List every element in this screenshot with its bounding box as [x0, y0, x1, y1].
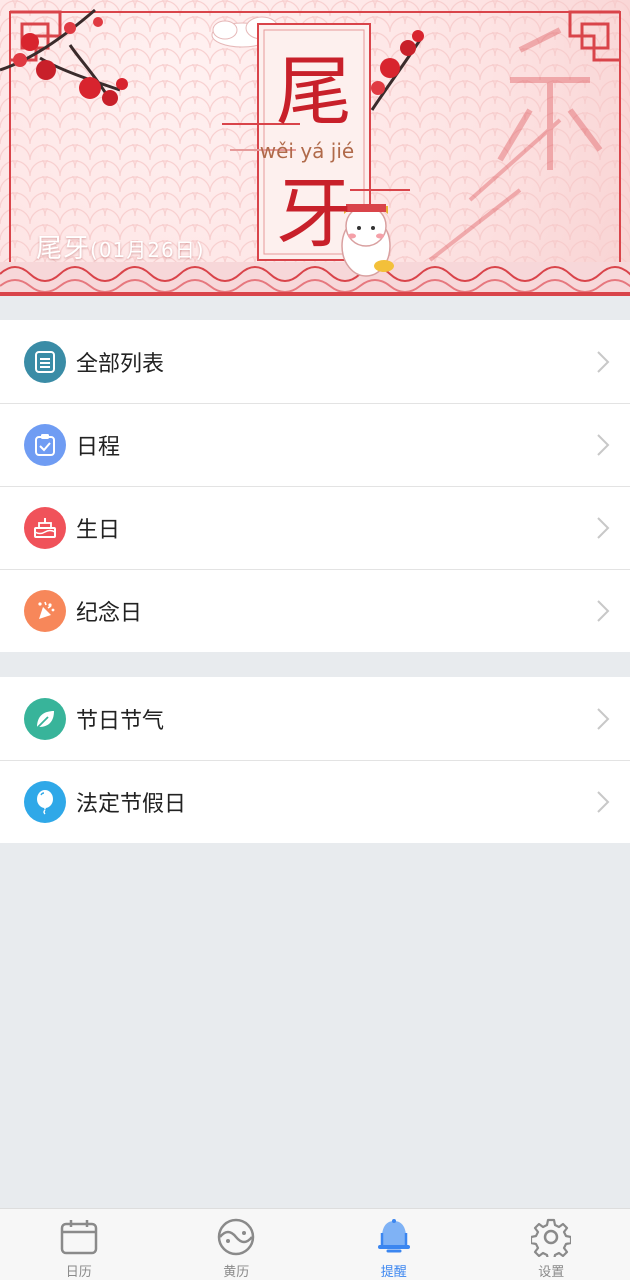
list-item-label: 生日 — [76, 517, 121, 543]
banner-title-char-1: 尾 — [276, 47, 352, 136]
banner-caption-date: (01月26日) — [90, 238, 205, 262]
tab-label: 提醒 — [380, 1265, 407, 1280]
banner-pinyin: wěi yá jié — [260, 139, 354, 163]
list-item-all[interactable]: 全部列表 — [0, 320, 630, 403]
list-item-birthday[interactable]: 生日 — [0, 486, 630, 569]
tab-label: 黄历 — [223, 1265, 250, 1280]
list-icon — [24, 340, 66, 383]
tab-reminders[interactable]: 提醒 — [315, 1209, 473, 1280]
list-item-schedule[interactable]: 日程 — [0, 403, 630, 486]
balloon-icon — [24, 780, 66, 823]
list-item-label: 纪念日 — [76, 600, 143, 626]
tab-label: 设置 — [538, 1265, 565, 1280]
birthday-cake-icon — [24, 506, 66, 549]
reminder-list-primary: 全部列表 日程 生日 纪念日 — [0, 320, 630, 652]
chevron-right-icon — [597, 516, 610, 539]
bottom-tab-bar: 日历 黄历 提醒 设置 — [0, 1208, 630, 1280]
chevron-right-icon — [597, 350, 610, 373]
banner-title-char-2: 牙 — [276, 169, 352, 258]
list-item-label: 节日节气 — [76, 708, 165, 734]
gear-icon — [531, 1218, 572, 1257]
tab-settings[interactable]: 设置 — [473, 1209, 630, 1280]
list-item-label: 法定节假日 — [76, 791, 187, 817]
list-item-label: 全部列表 — [76, 351, 165, 377]
festival-banner[interactable]: 尾 牙 wěi yá jié 尾牙(01月26日) — [0, 0, 630, 296]
chevron-right-icon — [597, 707, 610, 730]
chevron-right-icon — [597, 433, 610, 456]
list-item-label: 日程 — [76, 434, 121, 460]
yin-yang-icon — [218, 1218, 255, 1256]
reminder-list-holidays: 节日节气 法定节假日 — [0, 677, 630, 843]
banner-caption-name: 尾牙 — [36, 234, 91, 264]
leaf-icon — [24, 697, 66, 740]
tab-calendar[interactable]: 日历 — [0, 1209, 158, 1280]
list-item-public-holidays[interactable]: 法定节假日 — [0, 760, 630, 843]
calendar-icon — [60, 1220, 97, 1255]
list-item-anniversary[interactable]: 纪念日 — [0, 569, 630, 652]
schedule-clipboard-icon — [24, 423, 66, 466]
chevron-right-icon — [597, 790, 610, 813]
chevron-right-icon — [597, 599, 610, 622]
tab-label: 日历 — [65, 1265, 92, 1280]
party-popper-icon — [24, 589, 66, 632]
wave-border — [0, 262, 630, 296]
list-item-festivals[interactable]: 节日节气 — [0, 677, 630, 760]
tab-almanac[interactable]: 黄历 — [158, 1209, 316, 1280]
banner-caption: 尾牙(01月26日) — [36, 228, 205, 265]
bell-icon — [377, 1219, 410, 1253]
